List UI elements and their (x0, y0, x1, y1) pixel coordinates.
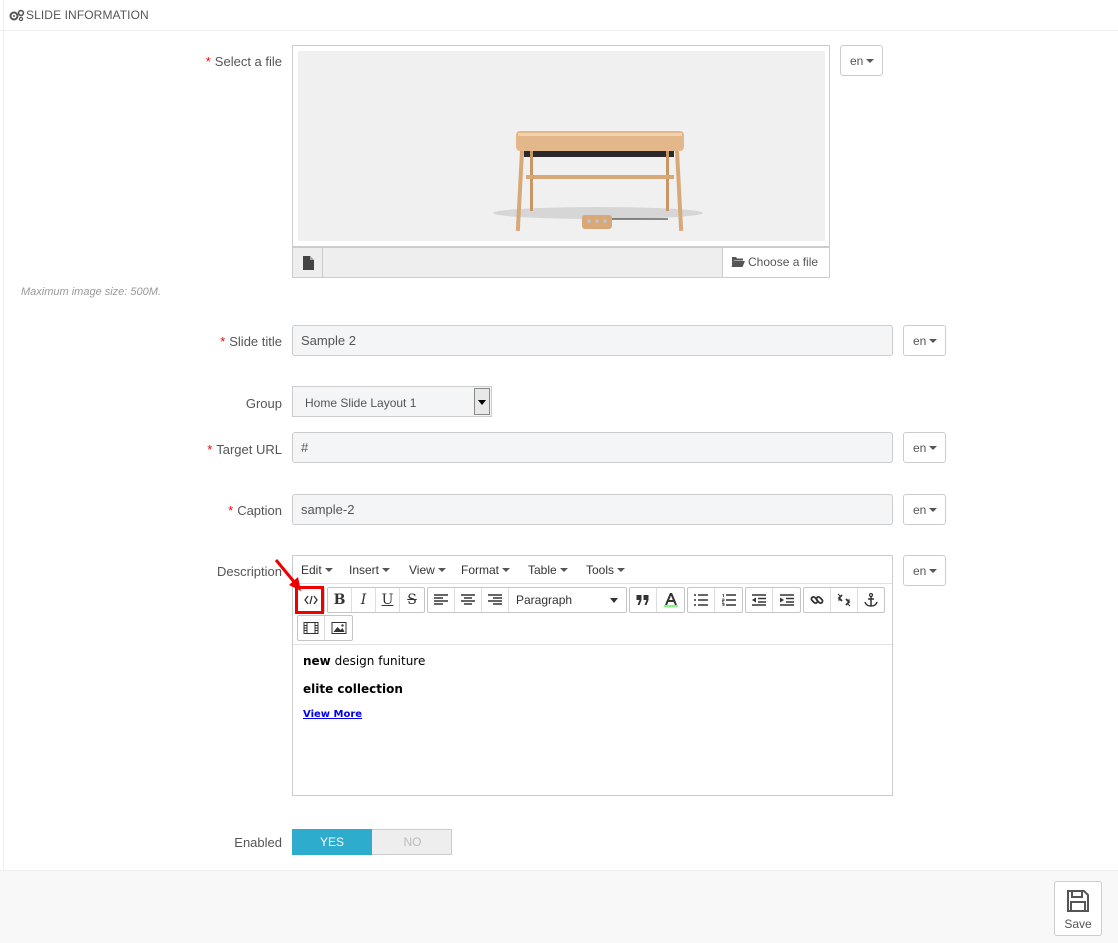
editor-menubar: Edit Insert View Format Table Tools (293, 556, 892, 584)
slide-title-input[interactable]: Sample 2 (292, 325, 893, 356)
target-url-lang-dropdown[interactable]: en (903, 432, 946, 463)
align-group: Paragraph (427, 587, 627, 613)
media-group (297, 615, 353, 641)
menu-view[interactable]: View (409, 563, 446, 577)
caret-down-icon (929, 507, 938, 512)
view-more-link[interactable]: View More (303, 709, 882, 720)
format-select[interactable]: Paragraph (509, 588, 626, 612)
bullet-list-icon[interactable] (688, 588, 715, 612)
caret-down-icon (866, 58, 875, 63)
select-arrow-icon (474, 388, 490, 415)
gears-icon (9, 9, 25, 21)
align-center-icon[interactable] (455, 588, 482, 612)
caret-down-icon (382, 567, 391, 572)
content-line-1: new design funiture (303, 654, 426, 668)
link-group (803, 587, 885, 613)
quote-color-group (629, 587, 685, 613)
file-lang-dropdown[interactable]: en (840, 45, 883, 76)
indent-group (745, 587, 801, 613)
caret-down-icon (437, 567, 446, 572)
image-preview-frame (292, 45, 830, 247)
align-left-icon[interactable] (428, 588, 455, 612)
caret-down-icon (929, 338, 938, 343)
file-label: * Select a file (205, 54, 282, 69)
annotation-arrow-icon (274, 559, 301, 591)
save-icon (1067, 890, 1089, 912)
numbered-list-icon[interactable] (715, 588, 742, 612)
text-color-icon[interactable] (657, 588, 684, 612)
caret-down-icon (559, 567, 568, 572)
editor-toolbar-row-2 (293, 612, 892, 642)
list-group (687, 587, 743, 613)
description-lang-dropdown[interactable]: en (903, 555, 946, 586)
panel-title: SLIDE INFORMATION (26, 8, 149, 22)
menu-tools[interactable]: Tools (586, 563, 626, 577)
save-label: Save (1064, 917, 1092, 931)
blockquote-icon[interactable] (630, 588, 657, 612)
caret-down-icon (617, 567, 626, 572)
caret-down-icon (929, 568, 938, 573)
slide-title-lang-dropdown[interactable]: en (903, 325, 946, 356)
menu-table[interactable]: Table (528, 563, 568, 577)
target-url-input[interactable]: # (292, 432, 893, 463)
caret-down-icon (324, 567, 333, 572)
anchor-icon[interactable] (858, 588, 884, 612)
caption-input[interactable]: sample-2 (292, 494, 893, 525)
desk-image (493, 131, 703, 231)
bold-icon[interactable]: B (328, 588, 352, 612)
underline-icon[interactable]: U (376, 588, 400, 612)
enabled-yes-option[interactable]: YES (292, 829, 372, 855)
slide-title-label: * Slide title (220, 334, 282, 349)
file-help-text: Maximum image size: 500M. (21, 286, 161, 298)
panel-heading: SLIDE INFORMATION (0, 0, 1118, 31)
group-label: Group (245, 396, 282, 411)
choose-file-button[interactable]: Choose a file (722, 248, 829, 277)
video-icon[interactable] (298, 616, 325, 640)
panel-footer (0, 870, 1118, 943)
caption-lang-dropdown[interactable]: en (903, 494, 946, 525)
group-select[interactable]: Home Slide Layout 1 (292, 386, 492, 417)
link-icon[interactable] (804, 588, 831, 612)
outdent-icon[interactable] (746, 588, 773, 612)
content-line-2: elite collection (303, 682, 403, 696)
caret-down-icon (610, 598, 618, 603)
caption-label: * Caption (228, 503, 282, 518)
indent-icon[interactable] (773, 588, 800, 612)
file-input-group[interactable]: Choose a file (292, 247, 830, 278)
strikethrough-icon[interactable]: S (400, 588, 424, 612)
target-url-label: * Target URL (207, 442, 282, 457)
panel-border (3, 0, 4, 943)
enabled-no-option[interactable]: NO (373, 830, 452, 854)
unlink-icon[interactable] (831, 588, 858, 612)
image-preview (298, 51, 825, 241)
menu-format[interactable]: Format (461, 563, 511, 577)
image-icon[interactable] (325, 616, 352, 640)
file-icon (293, 248, 323, 277)
editor-toolbar-row-1: B I U S Paragraph (293, 584, 892, 614)
editor-content[interactable]: new design funiture elite collection Vie… (293, 644, 892, 795)
enabled-switch[interactable]: YES NO (292, 829, 452, 855)
align-right-icon[interactable] (482, 588, 509, 612)
enabled-label: Enabled (234, 835, 282, 850)
save-button[interactable]: Save (1054, 881, 1102, 936)
italic-icon[interactable]: I (352, 588, 376, 612)
rich-text-editor[interactable]: Edit Insert View Format Table Tools B I … (292, 555, 893, 796)
caret-down-icon (929, 445, 938, 450)
caret-down-icon (502, 567, 511, 572)
folder-open-icon (731, 257, 745, 267)
text-style-group: B I U S (327, 587, 425, 613)
menu-insert[interactable]: Insert (349, 563, 391, 577)
